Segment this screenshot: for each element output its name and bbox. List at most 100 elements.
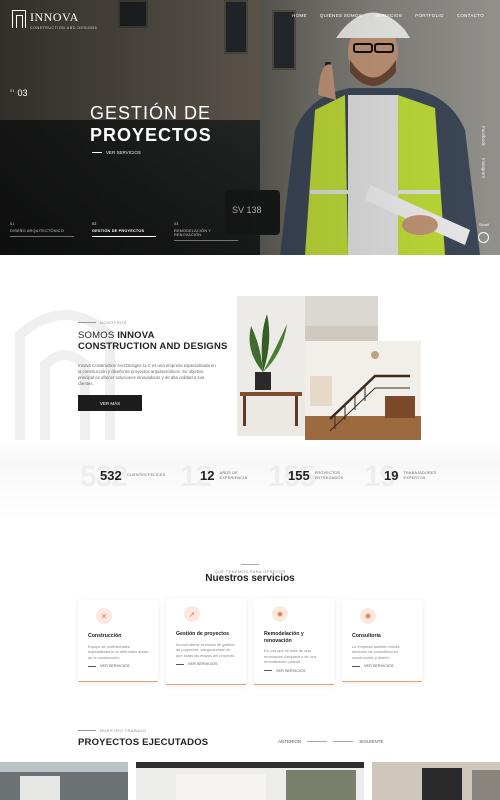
project-card[interactable] (0, 762, 128, 800)
stat-clients: 532 532 CLIENTES FELICES (80, 460, 171, 493)
slide-tab-label: REMODELACIÓN Y RENOVACIÓN (174, 229, 212, 237)
hero-title-line1: GESTIÓN DE (90, 103, 212, 123)
projects-carousel-nav: ANTERIOR SIGUIENTE (278, 739, 384, 744)
slide-tab-number: 02 (92, 222, 97, 226)
service-card-link[interactable]: VER SERVICIOS (88, 664, 148, 668)
services-title: Nuestros servicios (205, 573, 295, 584)
service-card-title: Gestión de proyectos (176, 631, 230, 637)
service-card-link-label: VER SERVICIOS (276, 668, 306, 673)
stat-value: 19 (384, 468, 399, 483)
line-icon (92, 152, 102, 153)
about-title: SOMOS INNOVA CONSTRUCTION AND DESIGNS (78, 330, 228, 352)
projects-eyebrow-label: NUESTRO TRABAJO (100, 728, 147, 733)
line-icon (264, 670, 272, 671)
staircase-photo (305, 341, 421, 456)
about-description: Innova Construction And Designs LLC es u… (78, 363, 216, 386)
slide-tab[interactable]: 01 DISEÑO ARQUITECTÓNICO (10, 222, 74, 241)
service-card-title: Remodelación y renovación (264, 631, 304, 644)
slide-counter-prefix: 01 (10, 88, 15, 93)
see-more-button[interactable]: VER MÁS (78, 395, 142, 411)
line-icon (241, 564, 259, 565)
service-card-link[interactable]: VER SERVICIOS (264, 669, 324, 673)
stat-projects: 155 155 PROYECTOS ENTREGADOS (268, 460, 359, 493)
previous-button[interactable]: ANTERIOR (278, 739, 301, 744)
social-instagram[interactable]: Instagram (481, 158, 486, 178)
service-card-title: Consultoría (352, 633, 381, 639)
service-card-link[interactable]: VER SERVICIOS (352, 664, 412, 668)
hero-title-line2: PROYECTOS (90, 125, 212, 145)
scroll-label: Scroll (478, 222, 489, 227)
slide-tab-number: 01 (10, 222, 15, 226)
about-eyebrow-label: NOSOTROS (100, 320, 127, 325)
nav-item-contact[interactable]: CONTACTO (457, 13, 484, 18)
service-card-construction[interactable]: ✕ Construcción Equipo de profesionales e… (78, 600, 158, 682)
service-card-text: Innova ofrece servicios de gestión de pr… (176, 641, 236, 658)
nav-item-portfolio[interactable]: PORTFOLIO (415, 13, 444, 18)
service-card-link-label: VER SERVICIOS (188, 662, 218, 666)
project-card[interactable] (372, 762, 500, 800)
slide-tab[interactable]: 02 GESTIÓN DE PROYECTOS (92, 222, 156, 241)
projects-eyebrow: NUESTRO TRABAJO (78, 728, 147, 733)
service-card-consulting[interactable]: ✺ Consultoría La empresa también brinda … (342, 600, 422, 682)
stat-value: 155 (288, 468, 310, 483)
service-card-link-label: VER SERVICIOS (364, 664, 394, 668)
hero-overlay (0, 0, 500, 255)
about-title-b: INNOVA (117, 330, 155, 341)
slide-counter-current: 03 (17, 88, 28, 98)
hero-link-label: VER SERVICIOS (106, 150, 141, 155)
service-card-text: Equipo de profesionales especializados e… (88, 643, 148, 660)
projects-title: PROYECTOS EJECUTADOS (78, 737, 209, 748)
stat-label: AÑOS DE EXPERIENCIA (219, 470, 248, 480)
nav-item-services[interactable]: SERVICIOS (375, 13, 402, 18)
slide-tab-label: GESTIÓN DE PROYECTOS (92, 229, 145, 233)
stat-value: 12 (200, 468, 215, 483)
about-eyebrow: NOSOTROS (78, 320, 127, 325)
line-icon (333, 741, 354, 742)
service-card-text: Es una que se trate de una renovación co… (264, 648, 317, 664)
social-facebook[interactable]: Facebook (481, 126, 486, 146)
stat-workers: 19 19 TRABAJADORES EXPERTOS (364, 460, 447, 493)
tools-icon: ✕ (96, 608, 112, 624)
logo-icon (12, 10, 26, 28)
nav-item-home[interactable]: HOME (292, 13, 307, 18)
hero-section: SV 138 INNOVA CONSTRUCTION AND DESIGNS H… (0, 0, 500, 255)
stat-years: 12 12 AÑOS DE EXPERIENCIA (180, 460, 263, 493)
stat-label: CLIENTES FELICES (126, 473, 166, 477)
scroll-indicator-icon[interactable] (478, 232, 489, 243)
line-icon (176, 663, 184, 665)
hero-title: GESTIÓN DE PROYECTOS (90, 102, 212, 146)
slide-tab-bar (174, 240, 238, 241)
line-icon (352, 665, 360, 667)
rocket-icon: ➚ (184, 606, 200, 622)
nav-item-about[interactable]: QUIÉNES SOMOS (320, 13, 362, 18)
stat-label: TRABAJADORES EXPERTOS (403, 470, 437, 480)
stat-value: 532 (100, 468, 122, 483)
logo-tagline: CONSTRUCTION AND DESIGNS (30, 26, 98, 30)
next-button[interactable]: SIGUIENTE (359, 739, 383, 744)
line-icon (307, 741, 328, 742)
service-card-remodeling[interactable]: ✹ Remodelación y renovación Es una que s… (254, 598, 334, 685)
main-nav: HOME QUIÉNES SOMOS SERVICIOS PORTFOLIO C… (292, 13, 484, 18)
interior-photo (305, 296, 378, 341)
service-card-link[interactable]: VER SERVICIOS (176, 662, 236, 666)
slide-tabs: 01 DISEÑO ARQUITECTÓNICO 02 GESTIÓN DE P… (10, 222, 238, 241)
service-card-text: La empresa también brinda servicios de c… (352, 643, 400, 660)
slide-counter: 01 03 (10, 88, 27, 98)
service-card-project-management[interactable]: ➚ Gestión de proyectos Innova ofrece ser… (166, 598, 246, 685)
logo[interactable]: INNOVA CONSTRUCTION AND DESIGNS (12, 8, 98, 30)
slide-tab-number: 03 (174, 222, 179, 226)
about-title-c: CONSTRUCTION AND DESIGNS (78, 341, 228, 352)
line-icon (78, 730, 96, 731)
slide-tab-bar (10, 236, 74, 237)
lightbulb-icon: ✺ (360, 608, 376, 624)
project-card[interactable] (136, 762, 364, 800)
gear-icon: ✹ (272, 606, 288, 622)
hero-services-link[interactable]: VER SERVICIOS (92, 150, 141, 155)
logo-name: INNOVA (30, 10, 79, 24)
about-title-a: SOMOS (78, 330, 118, 341)
line-icon (78, 322, 96, 323)
line-icon (88, 665, 96, 667)
slide-tab-bar (92, 236, 156, 237)
slide-tab-label: DISEÑO ARQUITECTÓNICO (10, 229, 64, 233)
slide-tab[interactable]: 03 REMODELACIÓN Y RENOVACIÓN (174, 222, 238, 241)
